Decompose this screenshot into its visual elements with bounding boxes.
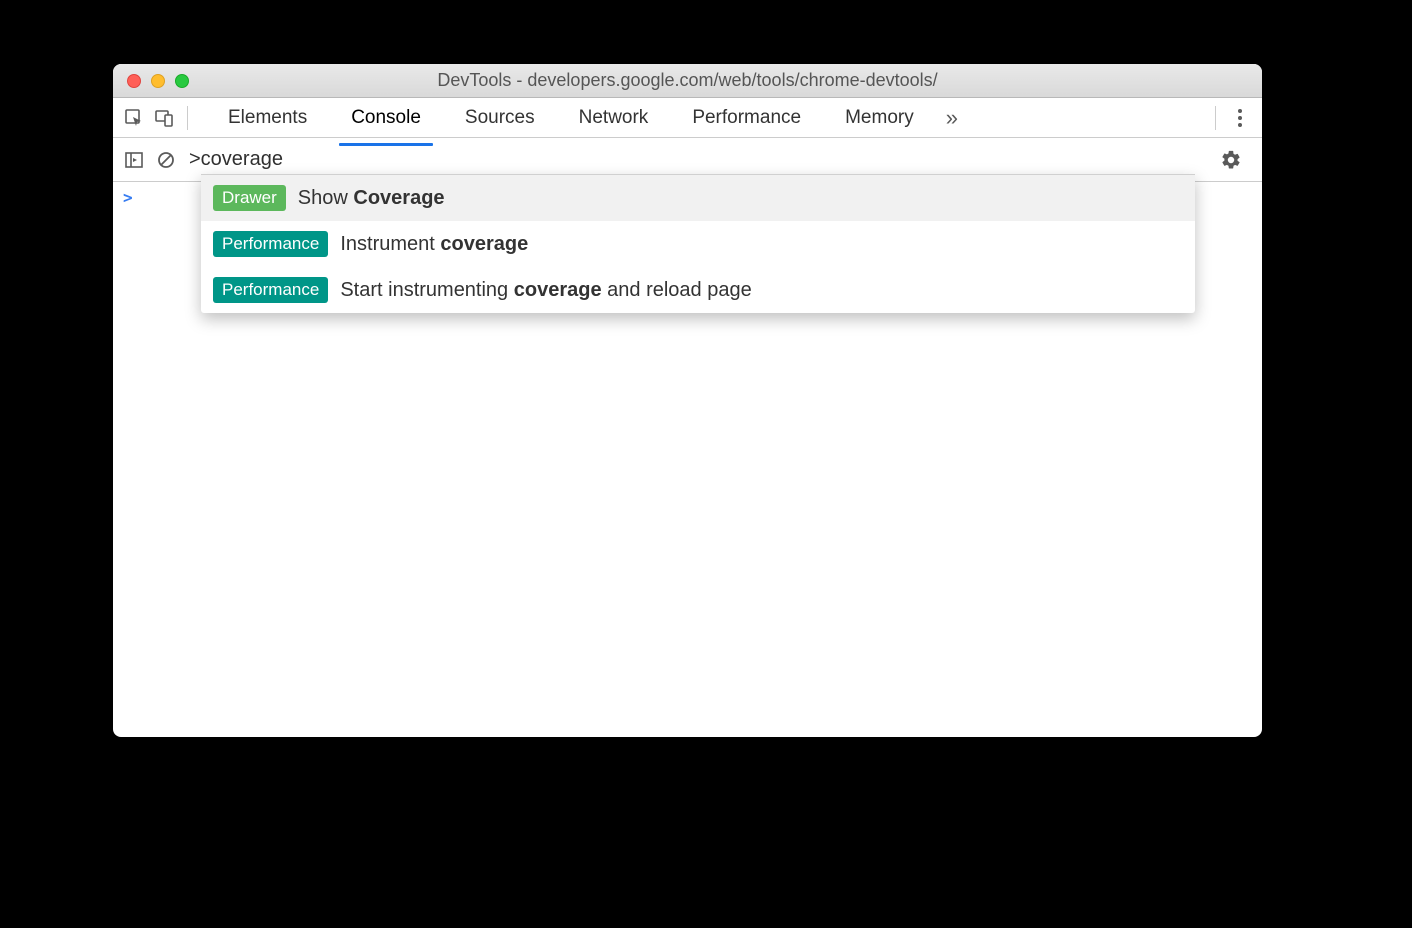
badge-performance: Performance [213, 231, 328, 257]
overflow-tabs-icon[interactable]: » [936, 105, 968, 131]
inspect-element-icon[interactable] [119, 103, 149, 133]
badge-performance: Performance [213, 277, 328, 303]
titlebar: DevTools - developers.google.com/web/too… [113, 64, 1262, 98]
command-menu-item-label: Show Coverage [298, 187, 445, 210]
main-toolbar: Elements Console Sources Network Perform… [113, 98, 1262, 138]
close-window-button[interactable] [127, 74, 141, 88]
command-menu-item-label: Instrument coverage [340, 233, 528, 256]
clear-console-icon[interactable] [151, 145, 181, 175]
command-menu-item-label: Start instrumenting coverage and reload … [340, 279, 751, 302]
command-menu-item[interactable]: Performance Instrument coverage [201, 221, 1195, 267]
console-prompt-caret: > [123, 188, 133, 207]
tab-sources[interactable]: Sources [443, 99, 557, 137]
console-sidebar-toggle-icon[interactable] [119, 145, 149, 175]
tab-console[interactable]: Console [329, 99, 443, 137]
command-menu-item[interactable]: Performance Start instrumenting coverage… [201, 267, 1195, 313]
divider [1215, 106, 1216, 130]
command-menu-item[interactable]: Drawer Show Coverage [201, 175, 1195, 221]
badge-drawer: Drawer [213, 185, 286, 211]
window-title: DevTools - developers.google.com/web/too… [113, 70, 1262, 91]
command-menu-dropdown: Drawer Show Coverage Performance Instrum… [201, 174, 1195, 313]
device-toolbar-icon[interactable] [149, 103, 179, 133]
tab-network[interactable]: Network [557, 99, 671, 137]
traffic-lights [113, 74, 189, 88]
divider [187, 106, 188, 130]
devtools-window: DevTools - developers.google.com/web/too… [113, 64, 1262, 737]
panel-tabs: Elements Console Sources Network Perform… [206, 99, 1207, 137]
tab-elements[interactable]: Elements [206, 99, 329, 137]
zoom-window-button[interactable] [175, 74, 189, 88]
console-settings-icon[interactable] [1206, 149, 1256, 171]
command-menu-input[interactable]: >coverage [185, 148, 283, 171]
minimize-window-button[interactable] [151, 74, 165, 88]
tab-performance[interactable]: Performance [670, 99, 823, 137]
tab-memory[interactable]: Memory [823, 99, 936, 137]
more-options-icon[interactable] [1224, 109, 1256, 127]
